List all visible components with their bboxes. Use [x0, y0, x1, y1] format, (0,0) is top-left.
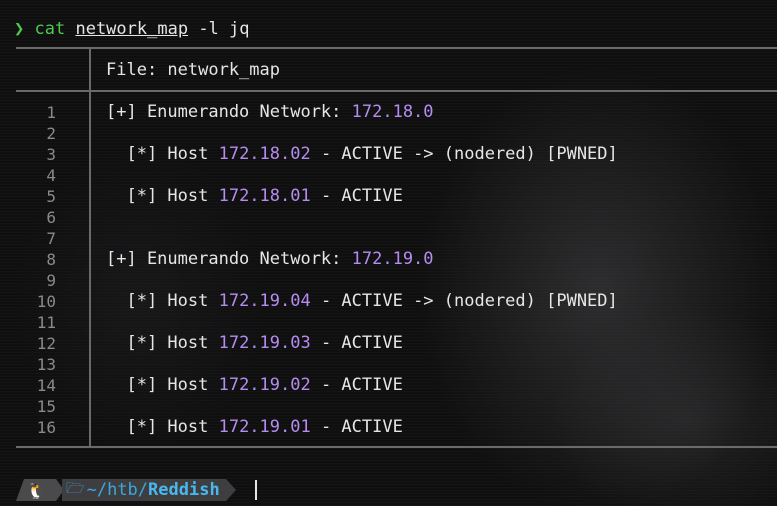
file-header: File: network_map [106, 60, 280, 80]
line-text: - ACTIVE [310, 375, 403, 395]
line-text: - ACTIVE [310, 417, 403, 437]
line-text: [+] Enumerando Network: [106, 102, 352, 122]
ip-address: 172.19.04 [218, 291, 311, 311]
content-line: [+] Enumerando Network: 172.19.0 [106, 249, 618, 270]
line-text: - ACTIVE -> (nodered) [PWNED] [310, 291, 618, 311]
segment-end-arrow [225, 479, 236, 501]
line-text: [+] Enumerando Network: [106, 249, 352, 269]
ip-address: 172.18.01 [218, 186, 311, 206]
ip-address: 172.18.0 [351, 102, 434, 122]
line-number: 13 [36, 355, 56, 374]
content-line: [*] Host 172.19.03 - ACTIVE [106, 333, 618, 354]
line-number: 12 [36, 334, 56, 353]
line-text: [*] Host [106, 333, 219, 353]
line-text: [*] Host [106, 144, 219, 164]
ip-address: 172.19.02 [218, 375, 311, 395]
ip-address: 172.19.01 [218, 417, 311, 437]
line-number: 4 [46, 166, 56, 185]
line-number: 9 [46, 271, 56, 290]
line-number: 16 [36, 418, 56, 437]
content-line [106, 123, 618, 144]
line-number: 11 [36, 313, 56, 332]
line-text: - ACTIVE [310, 186, 403, 206]
content-line [106, 228, 618, 249]
path-current-dir: Reddish [148, 480, 220, 500]
current-path: 🗁 ~/htb/Reddish [62, 479, 226, 501]
content-line: [*] Host 172.19.04 - ACTIVE -> (nodered)… [106, 291, 618, 312]
folder-open-icon: 🗁 [66, 478, 85, 497]
command-argument[interactable]: network_map [75, 19, 188, 39]
ip-address: 172.19.03 [218, 333, 311, 353]
content-line [106, 270, 618, 291]
top-divider [16, 47, 777, 49]
ip-address: 172.18.02 [218, 144, 311, 164]
content-line [106, 207, 618, 228]
content-line [106, 396, 618, 417]
line-number-gutter: 1 2 3 4 5 6 7 8 9 10 11 12 13 14 15 16 [16, 102, 56, 438]
line-number: 10 [36, 292, 56, 311]
line-number: 8 [46, 250, 56, 269]
line-number: 14 [36, 376, 56, 395]
prompt-arrow-icon: ❯ [14, 19, 25, 39]
command-name: cat [34, 19, 66, 39]
content-line: [*] Host 172.18.01 - ACTIVE [106, 186, 618, 207]
path-prefix: ~/htb/ [86, 480, 149, 500]
line-number: 7 [46, 229, 56, 248]
line-number: 2 [46, 124, 56, 143]
command-line: ❯ cat network_map -l jq [14, 17, 250, 41]
line-text: - ACTIVE -> (nodered) [PWNED] [310, 144, 618, 164]
gutter-divider [89, 47, 91, 448]
line-text: [*] Host [106, 417, 219, 437]
line-number: 3 [46, 145, 56, 164]
prompt-statusbar: 🐧 🗁 ~/htb/Reddish [16, 479, 236, 501]
content-line [106, 165, 618, 186]
text-cursor[interactable] [255, 480, 257, 500]
file-content: [+] Enumerando Network: 172.18.0 [*] Hos… [106, 102, 618, 438]
line-text: - ACTIVE [310, 333, 403, 353]
bottom-divider [16, 446, 777, 448]
content-line [106, 354, 618, 375]
line-text: [*] Host [106, 186, 219, 206]
linux-tux-icon: 🐧 [16, 479, 56, 501]
content-line: [+] Enumerando Network: 172.18.0 [106, 102, 618, 123]
content-line: [*] Host 172.19.02 - ACTIVE [106, 375, 618, 396]
line-number: 6 [46, 208, 56, 227]
line-number: 15 [36, 397, 56, 416]
command-flags: -l jq [198, 19, 250, 39]
content-line [106, 312, 618, 333]
line-number: 5 [46, 187, 56, 206]
line-text: [*] Host [106, 291, 219, 311]
line-number: 1 [46, 103, 56, 122]
ip-address: 172.19.0 [351, 249, 434, 269]
header-divider [16, 90, 777, 92]
content-line: [*] Host 172.18.02 - ACTIVE -> (nodered)… [106, 144, 618, 165]
content-line: [*] Host 172.19.01 - ACTIVE [106, 417, 618, 438]
line-text: [*] Host [106, 375, 219, 395]
